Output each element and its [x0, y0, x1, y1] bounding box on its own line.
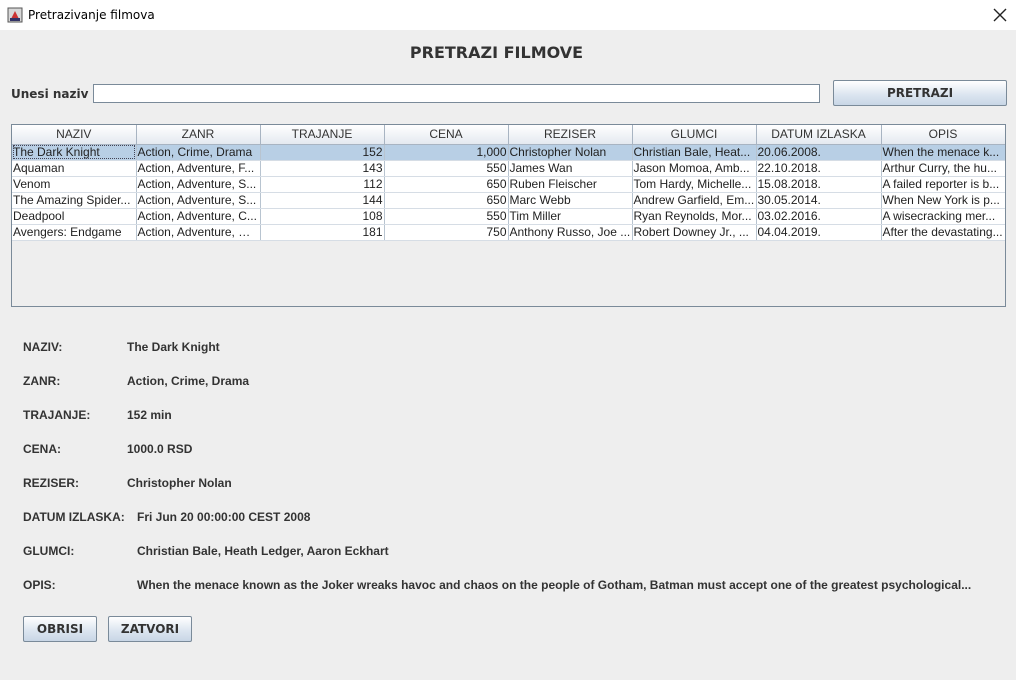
delete-button[interactable]: OBRISI	[23, 616, 97, 642]
cell-zanr[interactable]: Action, Adventure, S...	[136, 192, 261, 209]
cell-reziser[interactable]: Anthony Russo, Joe ...	[508, 224, 633, 241]
cell-opis[interactable]: Arthur Curry, the hu...	[881, 160, 1005, 177]
detail-value-reziser: Christopher Nolan	[127, 476, 232, 490]
cell-trajanje[interactable]: 108	[260, 208, 385, 225]
cell-datum-izlaska[interactable]: 20.06.2008.	[756, 144, 882, 161]
column-header-reziser[interactable]: REZISER	[508, 125, 633, 145]
cell-zanr[interactable]: Action, Adventure, Dr...	[136, 224, 261, 241]
cell-glumci[interactable]: Christian Bale, Heat...	[632, 144, 757, 161]
detail-label-trajanje: TRAJANJE:	[23, 408, 91, 422]
cell-opis[interactable]: After the devastating...	[881, 224, 1005, 241]
detail-label-naziv: NAZIV:	[23, 340, 63, 354]
cell-naziv[interactable]: Aquaman	[12, 160, 137, 177]
column-header-trajanje[interactable]: TRAJANJE	[260, 125, 385, 145]
detail-value-cena: 1000.0 RSD	[127, 442, 193, 456]
page-title: PRETRAZI FILMOVE	[409, 43, 584, 62]
table-row[interactable]: The Dark Knight Action, Crime, Drama 152 1,…	[12, 144, 1005, 161]
cell-opis[interactable]: A wisecracking mer...	[881, 208, 1005, 225]
cell-reziser[interactable]: Marc Webb	[508, 192, 633, 209]
table-row[interactable]: Deadpool Action, Adventure, C... 108 550 Tim…	[12, 208, 1005, 225]
detail-label-reziser: REZISER:	[23, 476, 80, 490]
column-header-datum-izlaska[interactable]: DATUM IZLASKA	[756, 125, 882, 145]
cell-cena[interactable]: 750	[384, 224, 509, 241]
cell-datum-izlaska[interactable]: 30.05.2014.	[756, 192, 882, 209]
cell-cena[interactable]: 650	[384, 192, 509, 209]
detail-label-opis: OPIS:	[23, 578, 56, 592]
cell-reziser[interactable]: Tim Miller	[508, 208, 633, 225]
close-icon[interactable]	[990, 5, 1010, 25]
cell-cena[interactable]: 650	[384, 176, 509, 193]
cell-trajanje[interactable]: 112	[260, 176, 385, 193]
column-header-glumci[interactable]: GLUMCI	[632, 125, 757, 145]
cell-datum-izlaska[interactable]: 22.10.2018.	[756, 160, 882, 177]
cell-reziser[interactable]: Christopher Nolan	[508, 144, 633, 161]
detail-label-cena: CENA:	[23, 442, 61, 456]
table-row[interactable]: Venom Action, Adventure, S... 112 650 Ruben …	[12, 176, 1005, 193]
cell-naziv[interactable]: The Dark Knight	[12, 144, 137, 161]
detail-value-zanr: Action, Crime, Drama	[127, 374, 250, 388]
window-title: Pretrazivanje filmova	[28, 8, 155, 22]
cell-glumci[interactable]: Andrew Garfield, Em...	[632, 192, 757, 209]
cell-cena[interactable]: 550	[384, 208, 509, 225]
cell-reziser[interactable]: Ruben Fleischer	[508, 176, 633, 193]
column-header-opis[interactable]: OPIS	[881, 125, 1005, 145]
title-bar: Pretrazivanje filmova	[0, 0, 1016, 30]
cell-naziv[interactable]: Venom	[12, 176, 137, 193]
cell-datum-izlaska[interactable]: 04.04.2019.	[756, 224, 882, 241]
table-header-row: NAZIV ZANR TRAJANJE CENA REZISER GLUMCI …	[12, 125, 1005, 145]
java-app-icon	[7, 7, 23, 23]
detail-label-glumci: GLUMCI:	[23, 544, 75, 558]
detail-label-datum-izlaska: DATUM IZLASKA:	[23, 510, 125, 524]
cell-glumci[interactable]: Tom Hardy, Michelle...	[632, 176, 757, 193]
detail-value-naziv: The Dark Knight	[127, 340, 220, 354]
movies-table[interactable]: NAZIV ZANR TRAJANJE CENA REZISER GLUMCI …	[11, 124, 1006, 307]
table-row[interactable]: The Amazing Spider... Action, Adventure, …	[12, 192, 1005, 209]
search-button[interactable]: PRETRAZI	[833, 80, 1007, 106]
table-row[interactable]: Avengers: Endgame Action, Adventure, Dr..…	[12, 224, 1005, 241]
cell-glumci[interactable]: Ryan Reynolds, Mor...	[632, 208, 757, 225]
cell-opis[interactable]: When New York is p...	[881, 192, 1005, 209]
table-row[interactable]: Aquaman Action, Adventure, F... 143 550 Jame…	[12, 160, 1005, 177]
cell-cena[interactable]: 1,000	[384, 144, 509, 161]
cell-zanr[interactable]: Action, Adventure, F...	[136, 160, 261, 177]
cell-naziv[interactable]: The Amazing Spider...	[12, 192, 137, 209]
cell-opis[interactable]: When the menace k...	[881, 144, 1005, 161]
cell-opis[interactable]: A failed reporter is b...	[881, 176, 1005, 193]
cell-zanr[interactable]: Action, Adventure, C...	[136, 208, 261, 225]
cell-cena[interactable]: 550	[384, 160, 509, 177]
detail-label-zanr: ZANR:	[23, 374, 61, 388]
cell-reziser[interactable]: James Wan	[508, 160, 633, 177]
cell-glumci[interactable]: Jason Momoa, Amb...	[632, 160, 757, 177]
search-input[interactable]	[93, 84, 820, 103]
cell-naziv[interactable]: Avengers: Endgame	[12, 224, 137, 241]
search-label: Unesi naziv	[11, 87, 89, 101]
cell-datum-izlaska[interactable]: 15.08.2018.	[756, 176, 882, 193]
detail-value-opis: When the menace known as the Joker wreak…	[137, 578, 972, 592]
cell-trajanje[interactable]: 152	[260, 144, 385, 161]
column-header-naziv[interactable]: NAZIV	[12, 125, 137, 145]
cell-zanr[interactable]: Action, Crime, Drama	[136, 144, 261, 161]
detail-value-glumci: Christian Bale, Heath Ledger, Aaron Eckh…	[137, 544, 389, 558]
detail-value-datum-izlaska: Fri Jun 20 00:00:00 CEST 2008	[137, 510, 311, 524]
cell-trajanje[interactable]: 143	[260, 160, 385, 177]
cell-trajanje[interactable]: 144	[260, 192, 385, 209]
cell-naziv[interactable]: Deadpool	[12, 208, 137, 225]
cell-datum-izlaska[interactable]: 03.02.2016.	[756, 208, 882, 225]
close-button[interactable]: ZATVORI	[108, 616, 192, 642]
detail-value-trajanje: 152 min	[127, 408, 172, 422]
column-header-cena[interactable]: CENA	[384, 125, 509, 145]
column-header-zanr[interactable]: ZANR	[136, 125, 261, 145]
cell-zanr[interactable]: Action, Adventure, S...	[136, 176, 261, 193]
cell-trajanje[interactable]: 181	[260, 224, 385, 241]
cell-glumci[interactable]: Robert Downey Jr., ...	[632, 224, 757, 241]
